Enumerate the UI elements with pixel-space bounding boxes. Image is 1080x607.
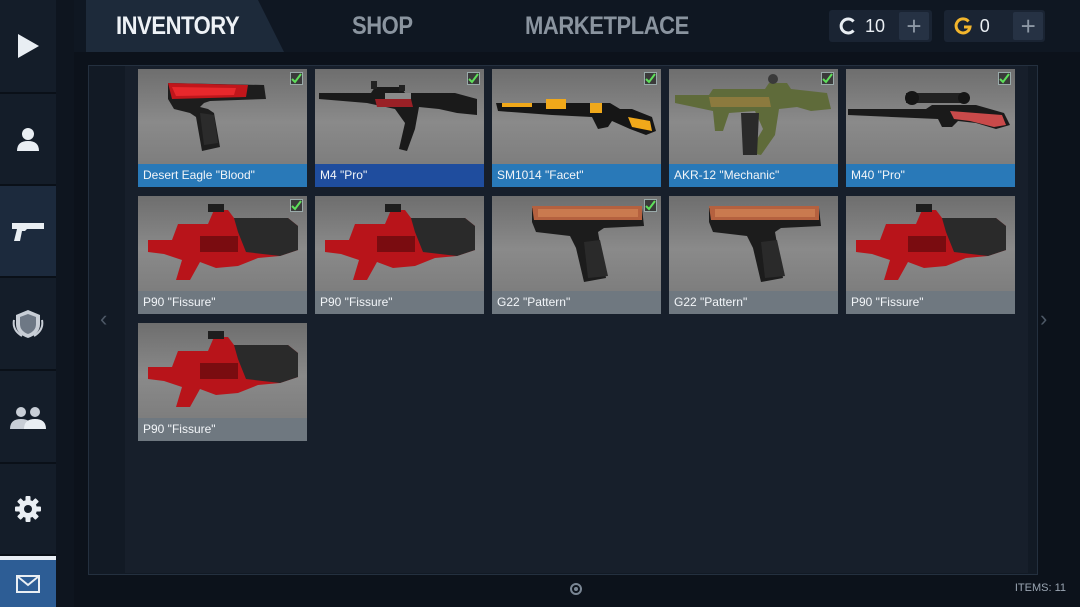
item-name: P90 "Fissure" bbox=[315, 291, 484, 314]
sidebar bbox=[0, 0, 56, 607]
inventory-item-card[interactable]: Desert Eagle "Blood" bbox=[138, 69, 307, 187]
inventory-item-card[interactable]: AKR-12 "Mechanic" bbox=[669, 69, 838, 187]
item-name: P90 "Fissure" bbox=[138, 418, 307, 441]
item-name: M40 "Pro" bbox=[846, 164, 1015, 187]
tab-shop[interactable]: SHOP bbox=[352, 0, 413, 52]
equipped-check-icon bbox=[644, 199, 657, 212]
item-name: M4 "Pro" bbox=[315, 164, 484, 187]
tab-marketplace[interactable]: MARKETPLACE bbox=[525, 0, 689, 52]
weapons-icon bbox=[12, 223, 44, 241]
clan-button[interactable] bbox=[0, 278, 56, 371]
item-name: AKR-12 "Mechanic" bbox=[669, 164, 838, 187]
settings-icon bbox=[15, 496, 41, 522]
items-count: ITEMS: 11 bbox=[1014, 582, 1066, 594]
mail-button[interactable] bbox=[0, 556, 56, 607]
page-indicator-dot bbox=[570, 583, 582, 595]
inventory-item-card[interactable]: SM1014 "Facet" bbox=[492, 69, 661, 187]
equipped-check-icon bbox=[467, 72, 480, 85]
inventory-item-card[interactable]: G22 "Pattern" bbox=[669, 196, 838, 314]
credits-icon bbox=[837, 15, 859, 37]
weapon-image bbox=[325, 204, 475, 280]
weapon-image bbox=[709, 206, 821, 282]
item-name: G22 "Pattern" bbox=[669, 291, 838, 314]
weapon-image bbox=[319, 81, 477, 151]
clan-shield-icon bbox=[12, 309, 44, 338]
weapon-image bbox=[148, 204, 298, 280]
weapon-image bbox=[168, 83, 266, 151]
prev-page-arrow[interactable]: ‹ bbox=[100, 306, 107, 332]
gold-balance: 0 + bbox=[944, 10, 1045, 42]
profile-button[interactable] bbox=[0, 94, 56, 186]
gold-icon bbox=[952, 15, 974, 37]
equipped-check-icon bbox=[290, 72, 303, 85]
item-name: P90 "Fissure" bbox=[846, 291, 1015, 314]
weapon-image bbox=[496, 99, 656, 135]
item-name: P90 "Fissure" bbox=[138, 291, 307, 314]
inventory-item-card[interactable]: P90 "Fissure" bbox=[846, 196, 1015, 314]
tab-inventory[interactable]: INVENTORY bbox=[116, 0, 240, 52]
credits-value: 10 bbox=[865, 15, 886, 36]
inventory-item-card[interactable]: P90 "Fissure" bbox=[138, 323, 307, 441]
settings-button[interactable] bbox=[0, 464, 56, 556]
item-name: G22 "Pattern" bbox=[492, 291, 661, 314]
weapon-image bbox=[848, 91, 1010, 129]
friends-icon bbox=[10, 406, 46, 429]
credits-balance: 10 + bbox=[829, 10, 932, 42]
equipped-check-icon bbox=[998, 72, 1011, 85]
friends-button[interactable] bbox=[0, 371, 56, 464]
sidebar-gutter bbox=[56, 0, 74, 607]
gold-value: 0 bbox=[979, 15, 990, 36]
inventory-item-card[interactable]: P90 "Fissure" bbox=[138, 196, 307, 314]
add-credits-button[interactable]: + bbox=[899, 12, 929, 40]
inventory-item-card[interactable]: M40 "Pro" bbox=[846, 69, 1015, 187]
play-button[interactable] bbox=[0, 0, 56, 94]
weapon-image bbox=[532, 206, 644, 282]
weapon-image bbox=[675, 74, 831, 155]
mail-icon bbox=[16, 574, 40, 593]
profile-icon bbox=[17, 128, 39, 151]
weapons-button[interactable] bbox=[0, 186, 56, 278]
inventory-item-card[interactable]: P90 "Fissure" bbox=[315, 196, 484, 314]
inventory-item-card[interactable]: G22 "Pattern" bbox=[492, 196, 661, 314]
add-gold-button[interactable]: + bbox=[1013, 12, 1044, 40]
play-icon bbox=[18, 34, 39, 58]
equipped-check-icon bbox=[821, 72, 834, 85]
equipped-check-icon bbox=[290, 199, 303, 212]
weapon-image bbox=[856, 204, 1006, 280]
item-name: Desert Eagle "Blood" bbox=[138, 164, 307, 187]
weapon-image bbox=[148, 331, 298, 407]
equipped-check-icon bbox=[644, 72, 657, 85]
inventory-item-card[interactable]: M4 "Pro" bbox=[315, 69, 484, 187]
item-name: SM1014 "Facet" bbox=[492, 164, 661, 187]
next-page-arrow[interactable]: › bbox=[1040, 306, 1047, 332]
